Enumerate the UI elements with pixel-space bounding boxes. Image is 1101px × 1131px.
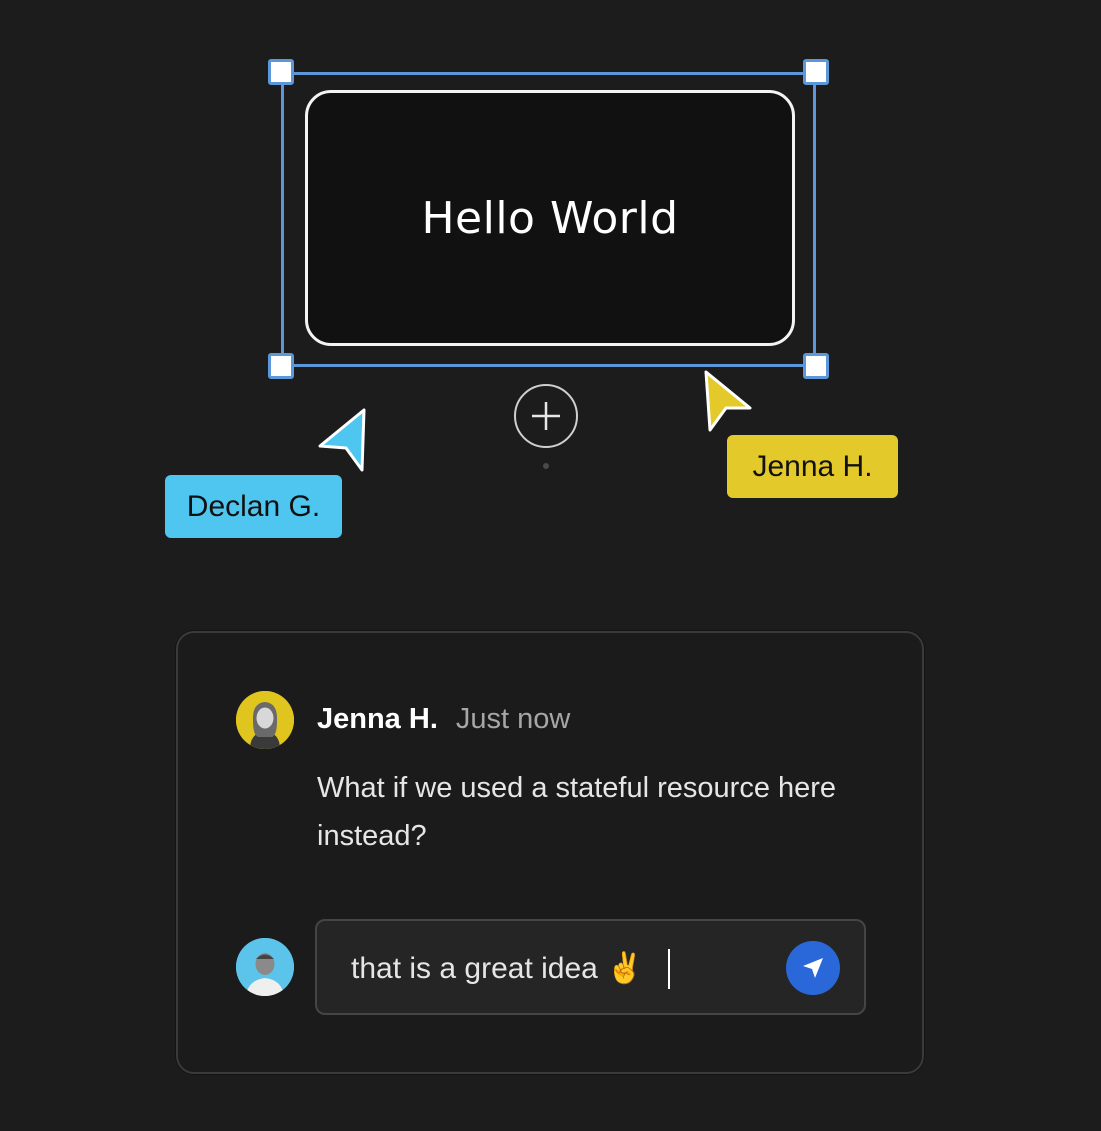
plus-icon	[532, 402, 560, 430]
cursor-arrow-icon-jenna	[704, 370, 752, 432]
resize-handle-top-left[interactable]	[268, 59, 294, 85]
resize-handle-top-right[interactable]	[803, 59, 829, 85]
resize-handle-bottom-right[interactable]	[803, 353, 829, 379]
comment-author: Jenna H.	[317, 703, 438, 735]
resize-handle-bottom-left[interactable]	[268, 353, 294, 379]
comment-thread-card: Jenna H. Just now What if we used a state…	[176, 631, 924, 1074]
avatar	[236, 691, 294, 749]
comment-header: Jenna H. Just now	[317, 703, 570, 736]
send-button[interactable]	[786, 941, 840, 995]
shape-text: Hello World	[421, 192, 679, 244]
sketch-rectangle-shape[interactable]: Hello World	[305, 90, 795, 346]
user-avatar-jenna-icon	[236, 691, 294, 749]
avatar	[236, 938, 294, 996]
text-caret	[668, 949, 670, 989]
reply-input[interactable]	[351, 943, 771, 993]
whiteboard-canvas[interactable]: Hello World Declan G. Jenna H.	[0, 0, 1101, 600]
collaborator-label-declan: Declan G.	[165, 475, 342, 538]
user-avatar-current-icon	[236, 938, 294, 996]
collaborator-label-jenna: Jenna H.	[727, 435, 898, 498]
connector-dot	[543, 463, 549, 469]
add-connection-button[interactable]	[514, 384, 578, 448]
reply-composer	[315, 919, 866, 1015]
send-arrow-icon	[803, 958, 823, 978]
comment-timestamp: Just now	[455, 703, 571, 735]
cursor-arrow-icon-declan	[318, 408, 366, 472]
comment-body: What if we used a stateful resource here…	[317, 772, 837, 852]
